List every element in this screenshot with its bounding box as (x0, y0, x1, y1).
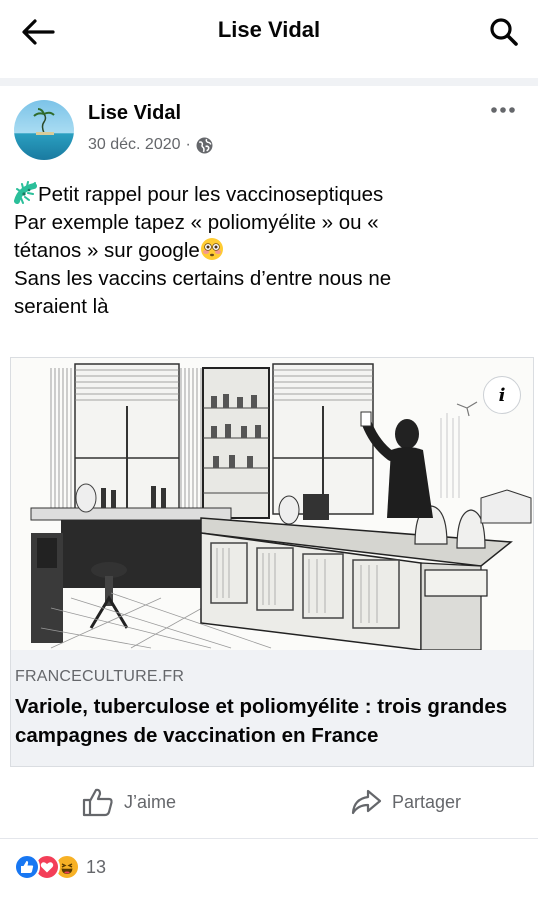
actions-divider (0, 838, 538, 839)
more-options-button[interactable] (486, 98, 520, 122)
post-actions: J’aime Partager (0, 772, 538, 834)
like-label: J’aime (124, 791, 177, 812)
search-icon (490, 18, 518, 46)
post-meta: 30 déc. 2020 · (88, 136, 213, 154)
reactions-summary[interactable]: 13 (14, 852, 106, 882)
section-divider (0, 78, 538, 86)
post-text-line: Petit rappel pour les vaccinoseptiques (14, 181, 524, 209)
reaction-count: 13 (86, 856, 107, 877)
post-header: Lise Vidal 30 déc. 2020 · (0, 90, 538, 170)
page-title: Lise Vidal (217, 17, 321, 42)
link-preview-image[interactable]: i (11, 358, 533, 651)
top-bar: Lise Vidal (0, 0, 538, 64)
link-title[interactable]: Variole, tuberculose et poliomyélite : t… (15, 692, 527, 750)
like-button[interactable]: J’aime (82, 784, 176, 820)
share-label: Partager (392, 791, 462, 812)
globe-icon (196, 137, 213, 153)
post-text-line: Sans les vaccins certains d’entre nous n… (14, 267, 392, 290)
link-domain: FRANCECULTURE.FR (15, 668, 185, 685)
author-name[interactable]: Lise Vidal (88, 102, 181, 125)
post-text-line: Par exemple tapez « poliomyélite » ou « (14, 211, 379, 234)
like-reaction-icon (14, 854, 40, 880)
link-meta: FRANCECULTURE.FR Variole, tuberculose et… (11, 650, 533, 766)
post-text: Petit rappel pour les vaccinoseptiques P… (14, 181, 524, 321)
microbe-emoji (14, 181, 37, 204)
share-button[interactable]: Partager (350, 784, 461, 820)
thumbs-up-icon (82, 788, 113, 817)
flushed-face-emoji (200, 238, 223, 260)
info-button[interactable]: i (483, 376, 521, 414)
meta-separator: · (185, 136, 191, 153)
avatar[interactable] (14, 100, 74, 160)
link-preview-card[interactable]: i FRANCECULTURE.FR Variole, tuberculose … (10, 357, 534, 767)
laboratory-engraving-illustration (11, 358, 533, 651)
search-button[interactable] (484, 14, 524, 50)
post-text-line: seraient là (14, 295, 109, 318)
post-text-line: tétanos » sur google (14, 237, 524, 265)
more-dots-icon (491, 107, 515, 113)
share-arrow-icon (351, 789, 382, 815)
post-date[interactable]: 30 déc. 2020 (88, 136, 181, 154)
